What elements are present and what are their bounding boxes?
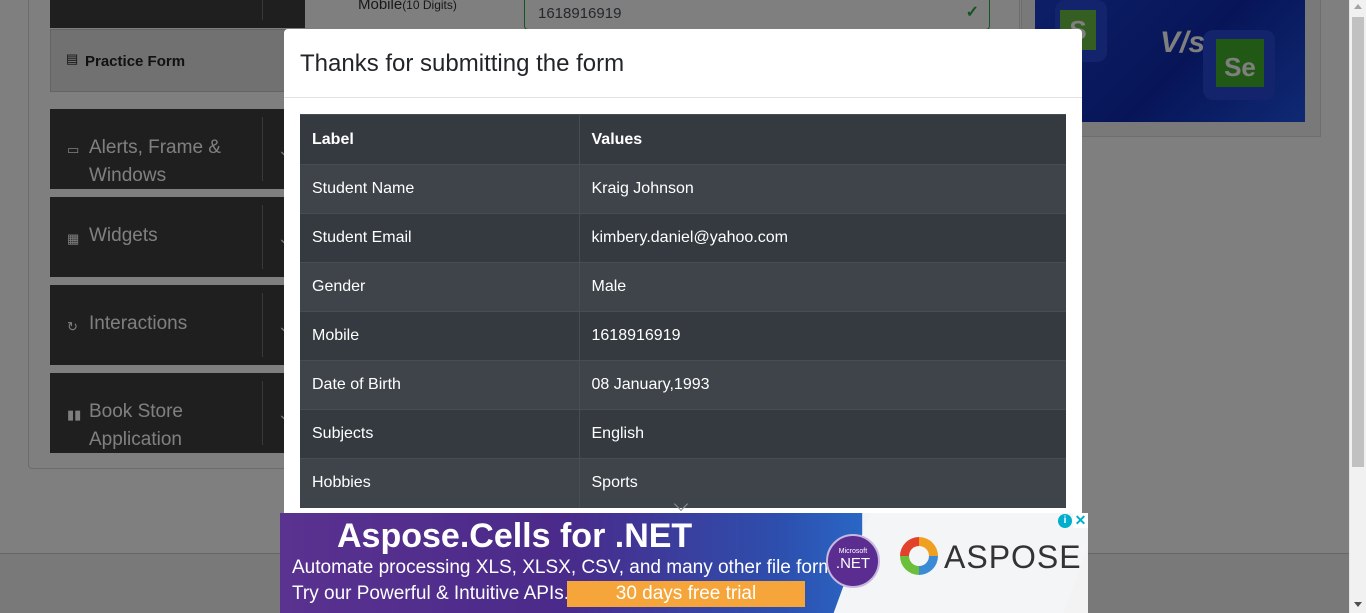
table-row: Date of Birth 08 January,1993 (300, 360, 1066, 410)
row-label: Gender (300, 262, 580, 312)
ad-title: Aspose.Cells for .NET (337, 517, 693, 555)
row-value: Kraig Johnson (579, 164, 1066, 214)
advertisement-banner[interactable]: Aspose.Cells for .NET Automate processin… (280, 513, 1088, 613)
table-row: Subjects English (300, 409, 1066, 459)
table-row: Mobile 1618916919 (300, 311, 1066, 361)
results-table: Label Values Student Name Kraig Johnson … (300, 114, 1066, 508)
aspose-logo-icon (900, 537, 938, 575)
scrollbar-thumb[interactable] (1352, 17, 1364, 467)
row-label: Subjects (300, 409, 580, 459)
dotnet-badge: Microsoft .NET (826, 534, 880, 588)
row-label: Student Name (300, 164, 580, 214)
table-row: Student Name Kraig Johnson (300, 164, 1066, 214)
dotnet-badge-text: .NET (835, 555, 871, 572)
ad-subline: Try our Powerful & Intuitive APIs. (292, 583, 570, 604)
row-label: Mobile (300, 311, 580, 361)
scroll-down-icon[interactable] (1354, 602, 1362, 607)
page-scrollbar[interactable] (1349, 0, 1366, 613)
row-label: Hobbies (300, 458, 580, 508)
table-row: Student Email kimbery.daniel@yahoo.com (300, 213, 1066, 263)
row-value: Male (579, 262, 1066, 312)
modal-body: Label Values Student Name Kraig Johnson … (300, 114, 1066, 508)
table-header-row: Label Values (300, 114, 1066, 165)
ad-tagline: Automate processing XLS, XLSX, CSV, and … (292, 557, 865, 578)
free-trial-button[interactable]: 30 days free trial (567, 581, 805, 607)
row-value: English (579, 409, 1066, 459)
row-label: Student Email (300, 213, 580, 263)
column-header-label: Label (300, 114, 580, 165)
info-icon[interactable]: i (1058, 514, 1072, 528)
modal-header: Thanks for submitting the form (284, 29, 1082, 98)
column-header-values: Values (579, 114, 1066, 165)
close-icon[interactable]: ✕ (1073, 513, 1088, 528)
row-value: 1618916919 (579, 311, 1066, 361)
ad-brand: ASPOSE (944, 539, 1082, 575)
modal-title: Thanks for submitting the form (300, 50, 625, 77)
row-value: 08 January,1993 (579, 360, 1066, 410)
table-row: Gender Male (300, 262, 1066, 312)
scroll-up-icon[interactable] (1354, 4, 1362, 9)
row-label: Date of Birth (300, 360, 580, 410)
row-value: Sports (579, 458, 1066, 508)
row-value: kimbery.daniel@yahoo.com (579, 213, 1066, 263)
dotnet-badge-small: Microsoft (838, 548, 868, 555)
